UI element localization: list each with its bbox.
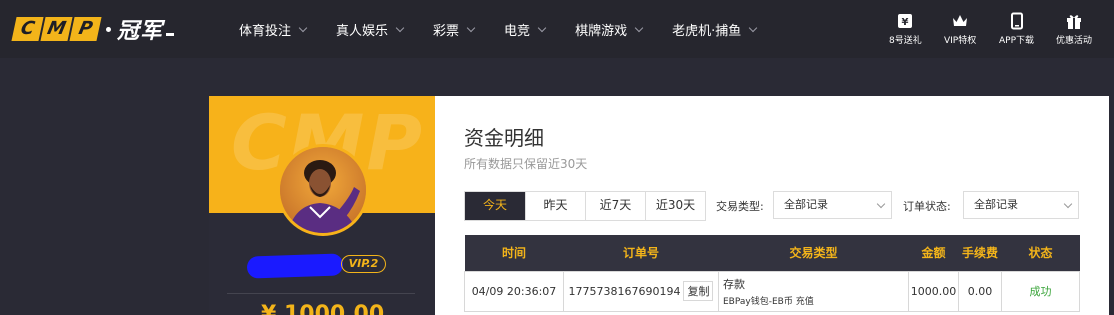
logo-letters: C M P (11, 17, 102, 41)
nav-item-sports[interactable]: 体育投注 (239, 20, 308, 39)
chevron-down-icon (876, 199, 886, 209)
cell-fee: 0.00 (958, 270, 1002, 312)
table-header-row: 时间 订单号 交易类型 金额 手续费 状态 (464, 235, 1080, 271)
column-header: 状态 (1001, 235, 1080, 271)
transaction-type-label: 交易类型: (716, 200, 764, 213)
cell-transaction-type: 存款 EBPay钱包-EB币 充值 (718, 270, 909, 312)
quick-link-vip[interactable]: VIP特权 (944, 12, 976, 48)
tab-yesterday[interactable]: 昨天 (525, 192, 585, 220)
quick-link-promotions[interactable]: 优惠活动 (1056, 12, 1092, 48)
vip-level-badge: VIP.2 (341, 255, 386, 273)
crown-icon (953, 15, 968, 26)
cell-status: 成功 (1001, 270, 1080, 312)
date-range-tabs: 今天 昨天 近7天 近30天 (464, 191, 706, 221)
nav-item-label: 真人娱乐 (336, 23, 389, 39)
svg-text:¥: ¥ (902, 17, 909, 28)
main-nav: 体育投注 真人娱乐 彩票 电竞 棋牌游戏 老虎机·捕鱼 (239, 0, 786, 58)
column-header: 手续费 (958, 235, 1002, 271)
quick-link-label: APP下载 (999, 36, 1035, 46)
cell-order-number: 1775738167690194 复制 (563, 270, 719, 312)
quick-link-gift-8[interactable]: ¥ 8号送礼 (889, 12, 922, 48)
gift-box-icon (1067, 15, 1081, 29)
page-subtitle: 所有数据只保留近30天 (464, 157, 588, 171)
nav-item-label: 电竞 (504, 23, 531, 39)
profile-card: CMP VIP.2 ¥ 1000.00 (209, 96, 435, 315)
transaction-type-main: 存款 (723, 277, 745, 291)
copy-button[interactable]: 复制 (683, 281, 714, 301)
tab-today[interactable]: 今天 (465, 192, 525, 220)
transaction-type-detail: EBPay钱包-EB币 充值 (723, 296, 814, 307)
nav-item-slots-fishing[interactable]: 老虎机·捕鱼 (672, 20, 758, 39)
logo-letter: C (11, 17, 44, 41)
quick-link-label: 优惠活动 (1056, 36, 1093, 46)
column-header: 交易类型 (718, 235, 909, 271)
logo-letter: P (69, 17, 102, 41)
avatar[interactable] (277, 144, 369, 236)
nav-item-label: 彩票 (433, 23, 460, 39)
divider (227, 293, 415, 294)
transaction-type-select[interactable]: 全部记录 (773, 191, 892, 219)
top-navigation-bar: C M P 冠军 体育投注 真人娱乐 彩票 电竞 棋牌游戏 老虎机·捕鱼 ¥ 8… (0, 0, 1114, 58)
tab-last-7-days[interactable]: 近7天 (585, 192, 645, 220)
column-header: 订单号 (563, 235, 719, 271)
chevron-down-icon (748, 23, 758, 32)
logo-dash (166, 32, 175, 36)
chevron-down-icon (634, 23, 644, 32)
account-balance: ¥ 1000.00 (261, 302, 385, 315)
nav-item-lottery[interactable]: 彩票 (433, 20, 476, 39)
table-row: 04/09 20:36:07 1775738167690194 复制 存款 EBP… (464, 270, 1080, 312)
phone-icon (1010, 12, 1023, 30)
gift-8-icon: ¥ (898, 14, 913, 28)
username-redacted (246, 253, 344, 279)
funds-detail-panel: 资金明细 所有数据只保留近30天 今天 昨天 近7天 近30天 交易类型: 全部… (435, 96, 1109, 315)
quick-link-app-download[interactable]: APP下载 (999, 12, 1034, 48)
order-status-label: 订单状态: (903, 200, 951, 213)
tab-last-30-days[interactable]: 近30天 (645, 192, 705, 220)
column-header: 时间 (464, 235, 564, 271)
select-value: 全部记录 (974, 198, 1018, 211)
page-title: 资金明细 (464, 126, 544, 150)
cell-amount: 1000.00 (908, 270, 959, 312)
quick-link-label: VIP特权 (944, 36, 977, 46)
nav-item-label: 棋牌游戏 (575, 23, 628, 39)
transactions-table: 时间 订单号 交易类型 金额 手续费 状态 04/09 20:36:07 177… (464, 235, 1080, 312)
cell-time: 04/09 20:36:07 (464, 270, 564, 312)
chevron-down-icon (1063, 199, 1073, 209)
nav-item-label: 老虎机·捕鱼 (672, 23, 742, 39)
nav-item-esports[interactable]: 电竞 (504, 20, 547, 39)
nav-item-card-games[interactable]: 棋牌游戏 (575, 20, 644, 39)
logo-dot (106, 26, 111, 32)
chevron-down-icon (537, 23, 547, 32)
order-status-select[interactable]: 全部记录 (963, 191, 1079, 219)
chevron-down-icon (298, 23, 308, 32)
select-value: 全部记录 (784, 198, 828, 211)
logo-chinese-text: 冠军 (117, 19, 164, 44)
order-number: 1775738167690194 (568, 285, 681, 298)
column-header: 金额 (908, 235, 959, 271)
chevron-down-icon (395, 23, 405, 32)
quick-link-label: 8号送礼 (889, 36, 922, 46)
cmp-logo[interactable]: C M P 冠军 (11, 15, 175, 44)
logo-letter: M (40, 17, 73, 41)
avatar-image (280, 147, 366, 233)
chevron-down-icon (466, 23, 476, 32)
nav-item-label: 体育投注 (239, 23, 292, 39)
nav-item-live-casino[interactable]: 真人娱乐 (336, 20, 405, 39)
